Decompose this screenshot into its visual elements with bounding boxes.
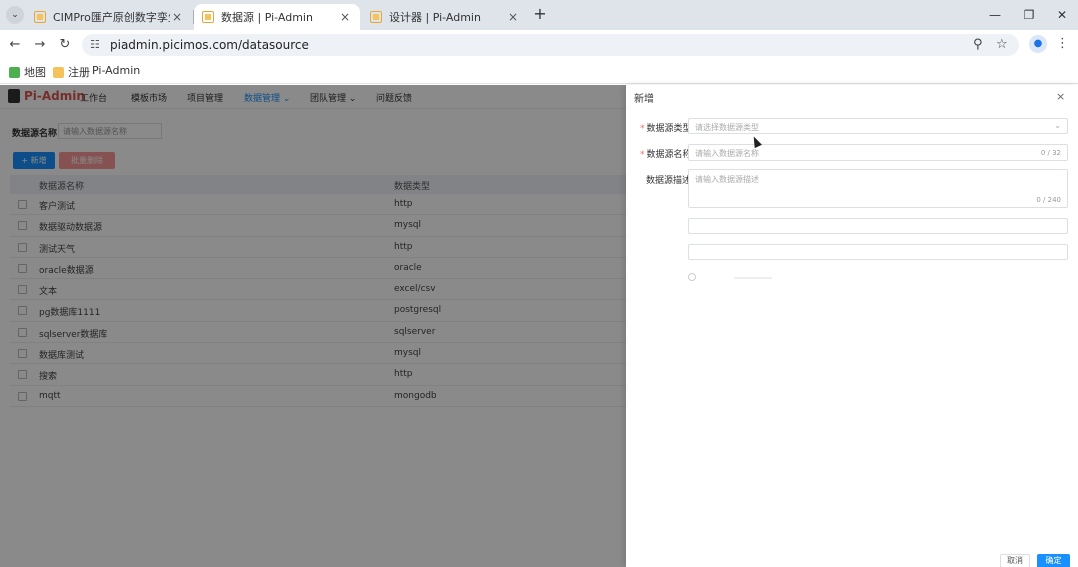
datasource-name-input[interactable]: 请输入数据源名称 0 / 32 [688,144,1068,161]
modal-overlay[interactable] [0,85,626,567]
datasource-type-label: * 数据源类型 [640,124,692,134]
favicon-icon [53,66,64,78]
datasource-type-select[interactable]: 请选择数据源类型 ⌄ [688,118,1068,134]
drawer-title: 新增 [634,94,654,105]
window-close-icon[interactable]: ✕ [1052,5,1072,25]
cancel-button[interactable]: 取消 [1000,554,1030,567]
close-icon[interactable]: × [338,10,352,24]
add-datasource-drawer: 新增 × * 数据源类型 请选择数据源类型 ⌄ * 数据源名称 请输入数据源名称 0… [626,85,1078,567]
bookmark-register[interactable]: 注册 [53,64,90,80]
favicon-icon [370,11,382,23]
bookmark-map[interactable]: 地图 [9,64,46,80]
tab-title: CIMPro匯产原创数字孪生图形 [53,11,170,24]
input-placeholder: 请输入数据源名称 [695,149,759,158]
close-icon[interactable]: × [170,10,184,24]
textarea-placeholder: 请输入数据源描述 [695,175,759,184]
drawer-footer: 取消 确定 [626,550,1078,567]
map-icon [9,66,20,78]
radio-option[interactable] [688,273,696,281]
browser-menu-icon[interactable]: ⋮ [1056,35,1069,53]
browser-tab-datasource[interactable]: 数据源 | Pi-Admin × [194,4,360,30]
chevron-down-icon: ⌄ [1054,121,1061,130]
favicon-icon [34,11,46,23]
tab-title: 数据源 | Pi-Admin [221,11,313,24]
bookmark-star-icon[interactable]: ☆ [996,37,1008,52]
tab-title: 设计器 | Pi-Admin [389,11,481,24]
datasource-name-label: * 数据源名称 [640,150,692,160]
bookmark-pi-admin[interactable]: Pi-Admin [92,64,140,77]
divider [734,277,772,279]
zoom-icon[interactable]: ⚲ [973,37,983,52]
browser-tab-designer[interactable]: 设计器 | Pi-Admin × [362,4,528,30]
forward-icon[interactable]: → [31,36,49,54]
new-tab-button[interactable]: + [531,5,549,23]
favicon-icon [202,11,214,23]
char-counter: 0 / 240 [1036,196,1061,204]
close-icon[interactable]: × [1056,90,1065,103]
confirm-button[interactable]: 确定 [1037,554,1070,567]
datasource-desc-label: 数据源描述 [646,176,692,186]
close-icon[interactable]: × [506,10,520,24]
profile-avatar-icon[interactable]: ● [1029,35,1047,53]
browser-tab-cimpro[interactable]: CIMPro匯产原创数字孪生图形 × [26,4,192,30]
address-bar-row: ← → ↻ ☷ piadmin.picimos.com/datasource ⚲… [0,30,1078,60]
select-placeholder: 请选择数据源类型 [695,123,759,132]
extra-field-2[interactable] [688,244,1068,260]
datasource-desc-textarea[interactable]: 请输入数据源描述 0 / 240 [688,169,1068,208]
browser-tab-bar: ⌄ CIMPro匯产原创数字孪生图形 × 数据源 | Pi-Admin × 设计… [0,0,1078,30]
url-text[interactable]: piadmin.picimos.com/datasource [110,38,309,52]
site-info-icon[interactable]: ☷ [90,38,100,51]
extra-field-1[interactable] [688,218,1068,234]
char-counter: 0 / 32 [1040,149,1061,157]
reload-icon[interactable]: ↻ [56,36,74,54]
tab-search-button[interactable]: ⌄ [6,6,24,24]
maximize-icon[interactable]: ❐ [1019,5,1039,25]
bookmarks-bar: 地图 注册 Pi-Admin [0,60,1078,84]
back-icon[interactable]: ← [6,36,24,54]
minimize-icon[interactable]: — [985,5,1005,25]
omnibox[interactable]: ☷ piadmin.picimos.com/datasource ⚲ ☆ [82,34,1019,56]
